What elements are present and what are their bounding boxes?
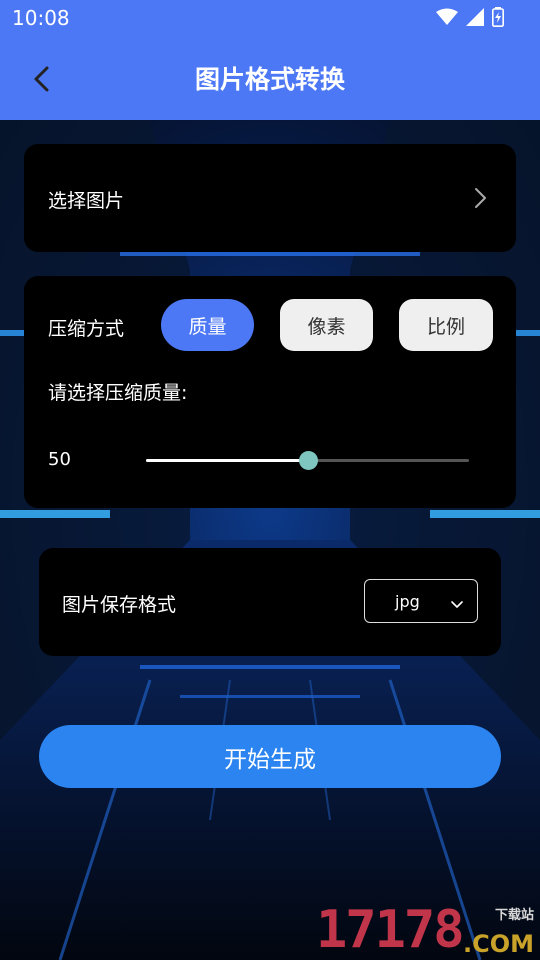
wifi-icon	[436, 8, 458, 30]
watermark-number: 17178	[316, 900, 465, 960]
chevron-right-icon	[470, 184, 490, 212]
mode-option-ratio[interactable]: 比例	[399, 299, 493, 351]
format-dropdown-value: jpg	[395, 592, 420, 611]
watermark-domain: .COM	[462, 930, 534, 958]
compression-mode-label: 压缩方式	[48, 318, 125, 340]
quality-value: 50	[48, 449, 71, 470]
mode-option-pixel[interactable]: 像素	[280, 299, 373, 351]
quality-slider-fill	[146, 459, 308, 462]
app-header: 10:08 图片格式转换	[0, 0, 540, 120]
page-title: 图片格式转换	[194, 65, 345, 94]
status-time: 10:08	[12, 6, 70, 30]
chevron-down-icon	[451, 595, 463, 608]
start-generate-button[interactable]: 开始生成	[39, 725, 501, 788]
quality-prompt: 请选择压缩质量:	[48, 382, 188, 404]
select-image-label: 选择图片	[48, 190, 125, 212]
site-watermark: 17178 下载站 .COM	[316, 900, 540, 960]
status-bar: 10:08	[0, 0, 540, 36]
battery-icon	[492, 7, 504, 31]
signal-icon	[466, 8, 484, 30]
quality-slider-thumb[interactable]	[299, 451, 318, 470]
save-format-label: 图片保存格式	[62, 594, 177, 616]
format-dropdown[interactable]: jpg	[364, 579, 478, 623]
watermark-site-label: 下载站	[494, 908, 534, 923]
mode-option-quality[interactable]: 质量	[161, 299, 254, 351]
